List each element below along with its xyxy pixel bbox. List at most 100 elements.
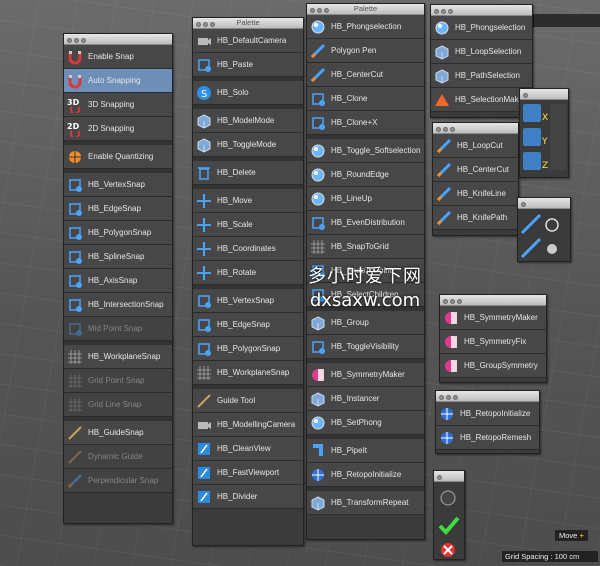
palette-item[interactable]: HB_Instancer — [307, 387, 424, 411]
palette-item[interactable]: HB_Group — [307, 311, 424, 335]
palette-item[interactable]: HB_Move — [193, 189, 303, 213]
zoom-dot[interactable] — [450, 127, 455, 132]
palette-item[interactable]: Guide Tool — [193, 389, 303, 413]
palette-item[interactable]: Grid Point Snap — [64, 369, 172, 393]
palette-item[interactable]: Dynamic Guide — [64, 445, 172, 469]
zoom-dot[interactable] — [81, 38, 86, 43]
palette-item[interactable]: Grid Line Snap — [64, 393, 172, 417]
palette-item[interactable]: HB_KnifeLine — [433, 182, 518, 206]
close-dot[interactable] — [523, 93, 528, 98]
palette-item[interactable]: HB_Phongselection — [431, 16, 532, 40]
minimize-dot[interactable] — [441, 9, 446, 14]
palette-item[interactable]: HB_Clone — [307, 87, 424, 111]
zoom-dot[interactable] — [457, 299, 462, 304]
palette-item[interactable]: HB_ToggleMode — [193, 133, 303, 157]
palette-item[interactable]: HB_GroupSymmetry — [440, 354, 546, 378]
palette-item[interactable]: HB_EvenDistribution — [307, 211, 424, 235]
close-dot[interactable] — [437, 475, 442, 480]
cut-titlebar[interactable] — [433, 123, 518, 134]
palette-item[interactable]: Mid Point Snap — [64, 317, 172, 341]
palette-item[interactable]: HB_FastViewport — [193, 461, 303, 485]
minimize-dot[interactable] — [443, 127, 448, 132]
palette-item[interactable]: HB_RetopoRemesh — [436, 426, 539, 450]
snap-titlebar[interactable] — [64, 34, 172, 45]
close-dot[interactable] — [436, 127, 441, 132]
palette-item[interactable]: S HB_Solo — [193, 81, 303, 105]
toolbar-strip[interactable] — [533, 14, 600, 27]
status-tools-icon[interactable] — [434, 482, 465, 560]
palette-item[interactable]: HB_CenterCut — [307, 63, 424, 87]
zoom-dot[interactable] — [453, 395, 458, 400]
palette-item[interactable]: HB_DefaultCamera — [193, 29, 303, 53]
palette-item[interactable]: HB_Rotate — [193, 261, 303, 285]
palette-item[interactable]: HB_CleanView — [193, 437, 303, 461]
symmetry-titlebar[interactable] — [440, 295, 546, 306]
palette-item[interactable]: HB_LoopSelection — [431, 40, 532, 64]
palette-item[interactable]: HB_ToggleVisibility — [307, 335, 424, 359]
close-dot[interactable] — [434, 9, 439, 14]
palette-item[interactable]: Enable Quantizing — [64, 145, 172, 169]
retopo-titlebar[interactable] — [436, 391, 539, 402]
palette-item[interactable]: HB_TransformRepeat — [307, 491, 424, 515]
palette-item[interactable]: HB_VertexSnap — [64, 173, 172, 197]
palette-item[interactable]: Polygon Pen — [307, 39, 424, 63]
palette-item[interactable]: HB_PolygonSnap — [193, 337, 303, 361]
brush-tools-icon[interactable] — [518, 209, 571, 262]
axis-tools-icon[interactable]: X Y Z — [520, 100, 569, 178]
close-dot[interactable] — [439, 395, 444, 400]
palette-item[interactable]: HB_Coordinates — [193, 237, 303, 261]
palette-item[interactable]: Auto Snapping — [64, 69, 172, 93]
palette-item[interactable]: HB_SymmetryFix — [440, 330, 546, 354]
palette-item[interactable]: HB_Scale — [193, 213, 303, 237]
close-dot[interactable] — [67, 38, 72, 43]
minimize-dot[interactable] — [446, 395, 451, 400]
palette-item[interactable]: HB_PathSelection — [431, 64, 532, 88]
palette-item[interactable]: HB_RetopoInitialize — [436, 402, 539, 426]
palette-item[interactable]: 2D 2D Snapping — [64, 117, 172, 141]
palette-item[interactable]: HB_Toggle_Softselection — [307, 139, 424, 163]
palette-item[interactable]: Perpendicular Snap — [64, 469, 172, 493]
palette-item[interactable]: HB_RetopoInitialize — [307, 463, 424, 487]
minimize-dot[interactable] — [450, 299, 455, 304]
palette-item[interactable]: HB_VertexSnap — [193, 289, 303, 313]
palette-item[interactable]: HB_CenterCut — [433, 158, 518, 182]
palette-item[interactable]: HB_ModelMode — [193, 109, 303, 133]
palette-item[interactable]: HB_SplineSnap — [64, 245, 172, 269]
palette-item[interactable]: HB_SnapToPoint — [307, 259, 424, 283]
palette-item[interactable]: HB_SetPhong — [307, 411, 424, 435]
palette-item[interactable]: 3D 3D Snapping — [64, 93, 172, 117]
palette-item[interactable]: HB_PolygonSnap — [64, 221, 172, 245]
palette-item[interactable]: HB_Clone+X — [307, 111, 424, 135]
palette1-titlebar[interactable]: Palette — [193, 18, 303, 29]
palette-item[interactable]: HB_EdgeSnap — [64, 197, 172, 221]
brush-palette-titlebar[interactable] — [518, 198, 570, 209]
palette2-titlebar[interactable]: Palette — [307, 4, 424, 15]
palette-item[interactable]: Enable Snap — [64, 45, 172, 69]
palette-item[interactable]: HB_Paste — [193, 53, 303, 77]
status-palette-titlebar[interactable] — [434, 471, 464, 482]
selection-titlebar[interactable] — [431, 5, 532, 16]
axis-palette-titlebar[interactable] — [520, 89, 568, 100]
palette-item[interactable]: HB_LoopCut — [433, 134, 518, 158]
palette-item[interactable]: HB_WorkplaneSnap — [64, 345, 172, 369]
palette-item[interactable]: HB_SymmetryMaker — [440, 306, 546, 330]
palette-item[interactable]: HB_EdgeSnap — [193, 313, 303, 337]
close-dot[interactable] — [443, 299, 448, 304]
move-indicator[interactable]: Move + — [555, 530, 588, 541]
close-dot[interactable] — [521, 202, 526, 207]
palette-item[interactable]: HB_PipeIt — [307, 439, 424, 463]
palette-item[interactable]: HB_SelectChildren — [307, 283, 424, 307]
palette-item[interactable]: HB_WorkplaneSnap — [193, 361, 303, 385]
minimize-dot[interactable] — [74, 38, 79, 43]
palette-item[interactable]: HB_SymmetryMaker — [307, 363, 424, 387]
palette-item[interactable]: HB_LineUp — [307, 187, 424, 211]
zoom-dot[interactable] — [448, 9, 453, 14]
palette-item[interactable]: HB_ModellingCamera — [193, 413, 303, 437]
palette-item[interactable]: HB_KnifePath — [433, 206, 518, 230]
palette-item[interactable]: HB_IntersectionSnap — [64, 293, 172, 317]
palette-item[interactable]: HB_SelectionMaker — [431, 88, 532, 112]
palette-item[interactable]: HB_SnapToGrid — [307, 235, 424, 259]
palette-item[interactable]: HB_Delete — [193, 161, 303, 185]
palette-item[interactable]: HB_RoundEdge — [307, 163, 424, 187]
palette-item[interactable]: HB_Divider — [193, 485, 303, 509]
